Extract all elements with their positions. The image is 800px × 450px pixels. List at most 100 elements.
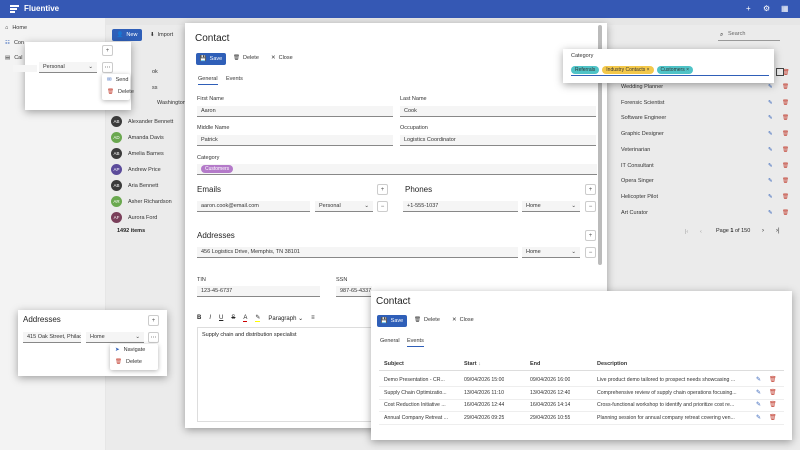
list-item[interactable]: AB Alexander Bennett [111, 116, 173, 127]
tab-events[interactable]: Events [407, 338, 424, 347]
delete-icon[interactable]: 🗑 [782, 178, 789, 184]
category-chip-customers[interactable]: Customers × [656, 65, 694, 74]
edit-icon[interactable]: ✎ [768, 210, 773, 216]
last-page-icon[interactable]: ›| [776, 228, 780, 234]
table-row[interactable]: Cost Reduction Initiative ... 16/04/2026… [379, 400, 784, 412]
category-chip-industry[interactable]: Industry Contacts × [602, 65, 654, 74]
occupation-field[interactable]: Logistics Coordinator [400, 135, 596, 146]
delete-icon[interactable]: 🗑 [769, 414, 777, 421]
table-row[interactable]: Annual Company Retreat ... 29/04/2026 09… [379, 413, 784, 425]
first-page-icon[interactable]: |‹ [685, 229, 688, 235]
paragraph-select[interactable]: Paragraph ⌄ [268, 315, 303, 322]
ssn-field[interactable]: 987-65-4337 [336, 286, 372, 297]
search-input[interactable]: Search [718, 31, 780, 41]
remove-phone-button[interactable]: − [585, 201, 596, 212]
table-row[interactable]: Forensic Scientist ✎ 🗑 [620, 100, 790, 112]
address-type-select[interactable]: Home ⌄ [522, 247, 580, 258]
edit-icon[interactable]: ✎ [768, 178, 773, 184]
address-field[interactable]: 456 Logistics Drive, Memphis, TN 38101 [197, 247, 518, 258]
next-page-icon[interactable]: › [762, 228, 764, 234]
delete-icon[interactable]: 🗑 [782, 194, 789, 200]
close-button[interactable]: ✕ Close [452, 317, 474, 323]
delete-icon[interactable]: 🗑 [782, 131, 789, 137]
import-button[interactable]: ⬇ Import [150, 32, 173, 38]
new-button[interactable]: 👤 New [112, 29, 142, 41]
table-row[interactable]: Software Engineer ✎ 🗑 [620, 115, 790, 127]
prev-page-icon[interactable]: ‹ [700, 229, 702, 235]
settings-icon[interactable]: ⚙ [763, 4, 770, 13]
edit-icon[interactable]: ✎ [768, 84, 773, 90]
close-button[interactable]: ✕ Close [271, 55, 293, 61]
category-chip-referrals[interactable]: Referrals [571, 65, 600, 74]
italic-icon[interactable]: I [209, 315, 211, 321]
edit-icon[interactable]: ✎ [768, 131, 773, 137]
column-description[interactable]: Description [597, 361, 627, 367]
edit-icon[interactable]: ✎ [756, 376, 761, 383]
edit-icon[interactable]: ✎ [768, 163, 773, 169]
nav-home[interactable]: ⌂ Home [5, 22, 27, 34]
add-phone-button[interactable]: + [585, 184, 596, 195]
bold-icon[interactable]: B [197, 315, 201, 321]
delete-icon[interactable]: 🗑 [769, 376, 777, 383]
edit-icon[interactable]: ✎ [756, 414, 761, 421]
edit-icon[interactable]: ✎ [768, 100, 773, 106]
highlight-icon[interactable]: ✎ [255, 314, 261, 322]
email-type-select[interactable]: Personal ⌄ [315, 201, 373, 212]
list-item[interactable]: AF Aurora Ford [111, 212, 157, 223]
grid-icon[interactable]: ▦ [781, 4, 789, 13]
delete-icon[interactable]: 🗑 [769, 389, 777, 396]
strikethrough-icon[interactable]: S [231, 315, 235, 321]
select-box[interactable] [776, 68, 784, 76]
email-field[interactable]: aaron.cook@email.com [197, 201, 310, 212]
edit-icon[interactable]: ✎ [768, 147, 773, 153]
delete-icon[interactable]: 🗑 [782, 84, 789, 90]
add-email-button[interactable]: + [377, 184, 388, 195]
column-subject[interactable]: Subject [384, 361, 404, 367]
remove-address-button[interactable]: − [585, 247, 596, 258]
delete-menu-item[interactable]: 🗑 Delete [102, 86, 134, 98]
category-chip[interactable]: Customers [201, 165, 234, 173]
notes-editor[interactable]: Supply chain and distribution specialist [197, 327, 373, 422]
table-row[interactable]: Helicopter Pilot ✎ 🗑 [620, 194, 790, 206]
address-type-select[interactable]: Home ⌄ [86, 332, 144, 343]
list-item[interactable]: AR Asher Richardson [111, 196, 172, 207]
delete-icon[interactable]: 🗑 [782, 147, 789, 153]
table-row[interactable]: Veterinarian ✎ 🗑 [620, 147, 790, 159]
send-menu-item[interactable]: ✉ Send [102, 74, 130, 86]
phone-type-select[interactable]: Home ⌄ [522, 201, 580, 212]
address-field[interactable]: 415 Oak Street, Philac [23, 332, 81, 343]
save-button[interactable]: 💾 Save [377, 315, 407, 327]
more-options-button[interactable]: ⋯ [148, 332, 159, 343]
delete-icon[interactable]: 🗑 [769, 401, 777, 408]
add-email-button[interactable]: + [102, 45, 113, 56]
add-icon[interactable]: + [746, 4, 751, 13]
delete-menu-item[interactable]: 🗑 Delete [110, 356, 158, 368]
tab-general[interactable]: General [198, 76, 218, 85]
edit-icon[interactable]: ✎ [768, 115, 773, 121]
table-row[interactable]: Wedding Planner ✎ 🗑 [620, 84, 790, 96]
table-row[interactable]: Graphic Designer ✎ 🗑 [620, 131, 790, 143]
column-start[interactable]: Start ↓ [464, 361, 481, 367]
phone-field[interactable]: +1-555-1037 [403, 201, 518, 212]
add-address-button[interactable]: + [585, 230, 596, 241]
column-end[interactable]: End [530, 361, 540, 367]
add-address-button[interactable]: + [148, 315, 159, 326]
edit-icon[interactable]: ✎ [756, 401, 761, 408]
list-item[interactable]: AB Amelia Barnes [111, 148, 164, 159]
table-row[interactable]: Supply Chain Optimizatio... 13/04/2026 1… [379, 388, 784, 400]
delete-icon[interactable]: 🗑 [782, 100, 789, 106]
table-row[interactable]: Opera Singer ✎ 🗑 [620, 178, 790, 190]
tin-field[interactable]: 123-45-6737 [197, 286, 320, 297]
delete-icon[interactable]: 🗑 [782, 210, 789, 216]
nav-contacts[interactable]: ☷ Con [5, 37, 24, 49]
save-button[interactable]: 💾 Save [196, 53, 226, 65]
last-name-field[interactable]: Cook [400, 106, 596, 117]
category-field[interactable]: Customers [197, 164, 597, 175]
first-name-field[interactable]: Aaron [197, 106, 393, 117]
edit-icon[interactable]: ✎ [768, 194, 773, 200]
delete-icon[interactable]: 🗑 [782, 163, 789, 169]
list-item[interactable]: AP Andrew Price [111, 164, 161, 175]
more-options-button[interactable]: ⋯ [102, 62, 113, 73]
delete-icon[interactable]: 🗑 [782, 115, 789, 121]
delete-button[interactable]: 🗑 Delete [414, 317, 440, 323]
